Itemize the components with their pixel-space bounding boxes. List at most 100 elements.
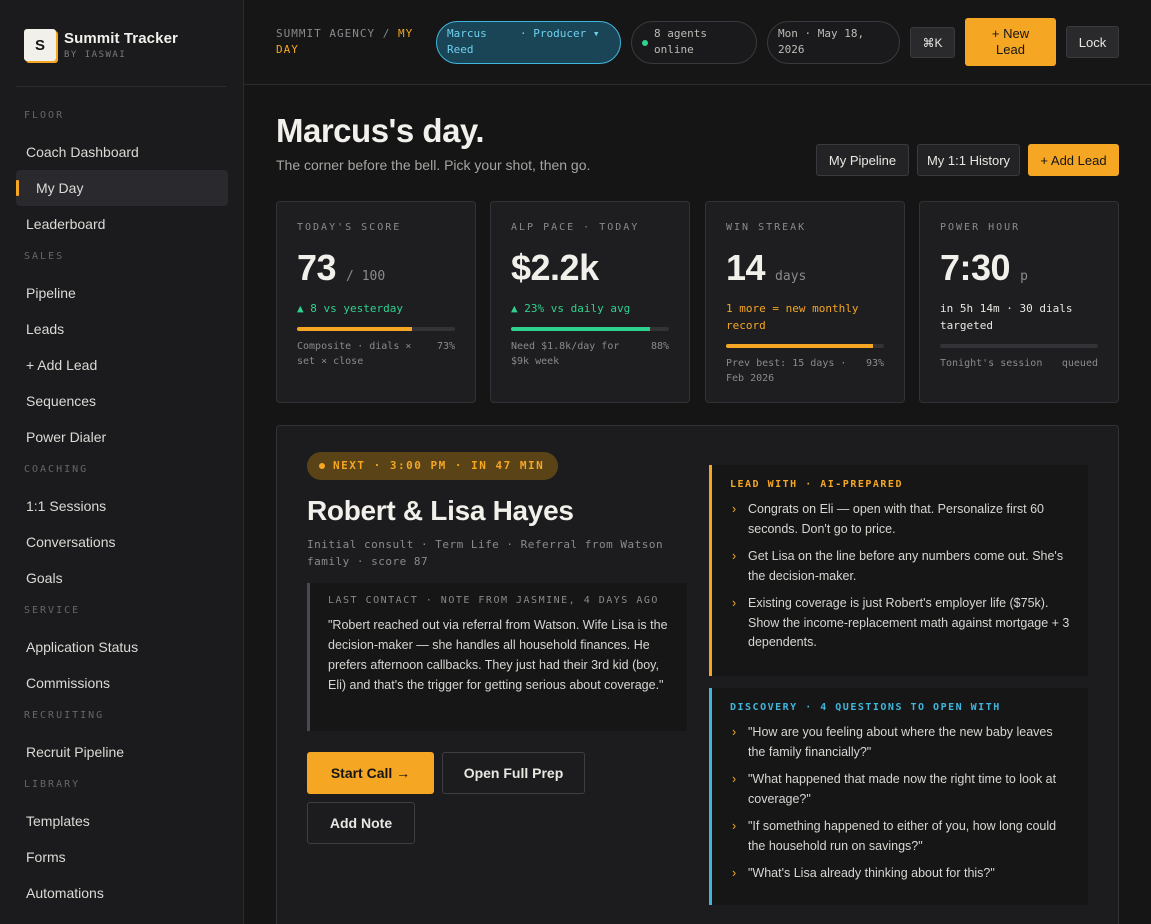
chevron-right-icon: › <box>732 596 737 610</box>
lead_with-item: › Get Lisa on the line before any numbers… <box>730 547 1070 586</box>
nav-group-label: RECRUITING <box>24 710 105 721</box>
add-note-button[interactable]: Add Note <box>307 802 415 844</box>
stat-delta: ▲ 8 vs yesterday <box>297 302 403 315</box>
date-text: Mon · May 18, 2026 <box>778 27 865 56</box>
discovery-item: › "What happened that made now the right … <box>730 770 1070 809</box>
start-call-button[interactable]: Start Call → <box>307 752 434 794</box>
stat-foot-pct: 88% <box>650 341 669 352</box>
add-lead-button[interactable]: + Add Lead <box>1028 144 1119 176</box>
stat-delta: 1 more = new monthly record <box>726 302 859 332</box>
sidebar-item-1-1-sessions[interactable]: 1:1 Sessions <box>16 488 228 524</box>
sidebar-item-commissions[interactable]: Commissions <box>16 665 228 701</box>
lead_with-item: › Existing coverage is just Robert's empl… <box>730 594 1070 653</box>
stat-label: TODAY'S SCORE <box>297 222 402 233</box>
discovery-item: › "How are you feeling about where the ne… <box>730 723 1070 762</box>
sidebar-item-templates[interactable]: Templates <box>16 803 228 839</box>
date-pill: Mon · May 18, 2026 <box>767 21 900 64</box>
my-history-button[interactable]: My 1:1 History <box>917 144 1020 176</box>
sidebar-item-my-day[interactable]: My Day <box>16 170 228 206</box>
lead-name[interactable]: Robert & Lisa Hayes <box>307 495 574 527</box>
stat-value: 73 <box>297 247 337 288</box>
sidebar-item-conversations[interactable]: Conversations <box>16 524 228 560</box>
nav-group-label: SALES <box>24 251 65 262</box>
breadcrumb: SUMMIT AGENCY / MY DAY <box>276 26 426 58</box>
sidebar-divider <box>16 86 227 87</box>
sidebar-item-automations[interactable]: Automations <box>16 875 228 911</box>
lead-with-label: LEAD WITH · AI-PREPARED <box>730 479 903 490</box>
sidebar-item-add-lead[interactable]: + Add Lead <box>16 347 228 383</box>
stat-foot-pct: 73% <box>436 341 455 352</box>
sidebar-item-leads[interactable]: Leads <box>16 311 228 347</box>
stat-progress-fill <box>297 327 413 331</box>
main-content: Marcus's day. The corner before the bell… <box>244 86 1151 924</box>
lead_with-text: Congrats on Eli — open with that. Person… <box>748 502 1044 536</box>
sidebar-item-sequences[interactable]: Sequences <box>16 383 228 419</box>
brand-logo: S <box>24 29 56 61</box>
stat-foot: Tonight's session <box>940 358 1043 369</box>
my-pipeline-button[interactable]: My Pipeline <box>816 144 909 176</box>
topbar: SUMMIT AGENCY / MY DAY Marcus Reed · Pro… <box>244 0 1151 85</box>
stat-value: 7:30 <box>940 247 1011 288</box>
sidebar-nav: FLOOR Coach Dashboard My Day Leaderboard SAL… <box>16 100 228 911</box>
discovery-panel: DISCOVERY · 4 QUESTIONS TO OPEN WITH › "H… <box>709 688 1088 905</box>
stat-value: $2.2k <box>511 247 599 288</box>
discovery-text: "If something happened to either of you,… <box>748 819 1057 853</box>
discovery-text: "How are you feeling about where the new… <box>748 725 1053 759</box>
chevron-right-icon: › <box>732 819 737 833</box>
sidebar-item-pipeline[interactable]: Pipeline <box>16 275 228 311</box>
chevron-right-icon: › <box>732 502 737 516</box>
chevron-right-icon: › <box>732 549 737 563</box>
next-appointment-card: NEXT · 3:00 PM · IN 47 MIN Robert & Lisa… <box>276 425 1119 924</box>
stat-progress-bar <box>940 344 1098 348</box>
stat-card: TODAY'S SCORE 73 / 100 ▲ 8 vs yesterday Comp… <box>276 201 476 403</box>
last-contact-note: LAST CONTACT · NOTE FROM JASMINE, 4 DAYS… <box>307 583 687 731</box>
stat-progress-bar <box>726 344 884 348</box>
breadcrumb-root[interactable]: SUMMIT AGENCY / <box>276 27 390 40</box>
page-subtitle: The corner before the bell. Pick your sh… <box>276 157 591 173</box>
sidebar-item-forms[interactable]: Forms <box>16 839 228 875</box>
discovery-text: "What happened that made now the right t… <box>748 772 1057 806</box>
stat-foot: Need $1.8k/day for $9k week <box>511 341 620 367</box>
stat-delta: in 5h 14m · 30 dials targeted <box>940 302 1073 332</box>
discovery-item: › "If something happened to either of you… <box>730 817 1070 856</box>
discovery-text: "What's Lisa already thinking about for … <box>748 866 995 880</box>
nav-group-label: LIBRARY <box>24 779 81 790</box>
open-full-prep-button[interactable]: Open Full Prep <box>442 752 585 794</box>
chevron-right-icon: › <box>732 725 737 739</box>
sidebar: S Summit Tracker BY IASWAI FLOOR Coach Da… <box>0 0 244 924</box>
lead_with-item: › Congrats on Eli — open with that. Perso… <box>730 500 1070 539</box>
last-contact-label: LAST CONTACT · NOTE FROM JASMINE, 4 DAYS… <box>328 595 659 606</box>
discovery-list: › "How are you feeling about where the ne… <box>730 723 1070 884</box>
stat-card: POWER HOUR 7:30 p in 5h 14m · 30 dials targ… <box>919 201 1119 403</box>
brand-name: Summit Tracker <box>64 30 178 47</box>
user-name: Marcus Reed <box>447 27 487 56</box>
sidebar-item-recruit-pipeline[interactable]: Recruit Pipeline <box>16 734 228 770</box>
lead-with-list: › Congrats on Eli — open with that. Perso… <box>730 500 1070 653</box>
stat-foot-pct: 93% <box>865 358 884 369</box>
sidebar-item-application-status[interactable]: Application Status <box>16 629 228 665</box>
command-palette-button[interactable]: ⌘K <box>910 27 955 58</box>
stat-progress-fill <box>726 344 873 348</box>
lead-with-panel: LEAD WITH · AI-PREPARED › Congrats on Eli… <box>709 465 1088 676</box>
user-switcher[interactable]: Marcus Reed · Producer ▾ <box>436 21 621 64</box>
lock-button[interactable]: Lock <box>1066 26 1119 58</box>
sidebar-item-goals[interactable]: Goals <box>16 560 228 596</box>
sidebar-item-coach-dashboard[interactable]: Coach Dashboard <box>16 134 228 170</box>
stat-progress-bar <box>511 327 669 331</box>
sidebar-item-leaderboard[interactable]: Leaderboard <box>16 206 228 242</box>
chevron-right-icon: › <box>732 772 737 786</box>
stat-unit: days <box>775 269 807 284</box>
sidebar-item-power-dialer[interactable]: Power Dialer <box>16 419 228 455</box>
chevron-right-icon: › <box>732 866 737 880</box>
stat-label: ALP PACE · TODAY <box>511 222 640 233</box>
user-role: · Producer ▾ <box>520 27 600 40</box>
new-lead-button[interactable]: + New Lead <box>965 18 1056 66</box>
agents-online-text: 8 agents online <box>654 27 707 56</box>
stat-foot-pct: queued <box>1061 358 1098 369</box>
stat-label: POWER HOUR <box>940 222 1021 233</box>
brand[interactable]: S Summit Tracker BY IASWAI <box>24 29 178 61</box>
nav-group-label: SERVICE <box>24 605 81 616</box>
nav-group-label: FLOOR <box>24 110 65 121</box>
stat-card: WIN STREAK 14 days 1 more = new monthly rec… <box>705 201 905 403</box>
discovery-item: › "What's Lisa already thinking about for… <box>730 864 1070 884</box>
